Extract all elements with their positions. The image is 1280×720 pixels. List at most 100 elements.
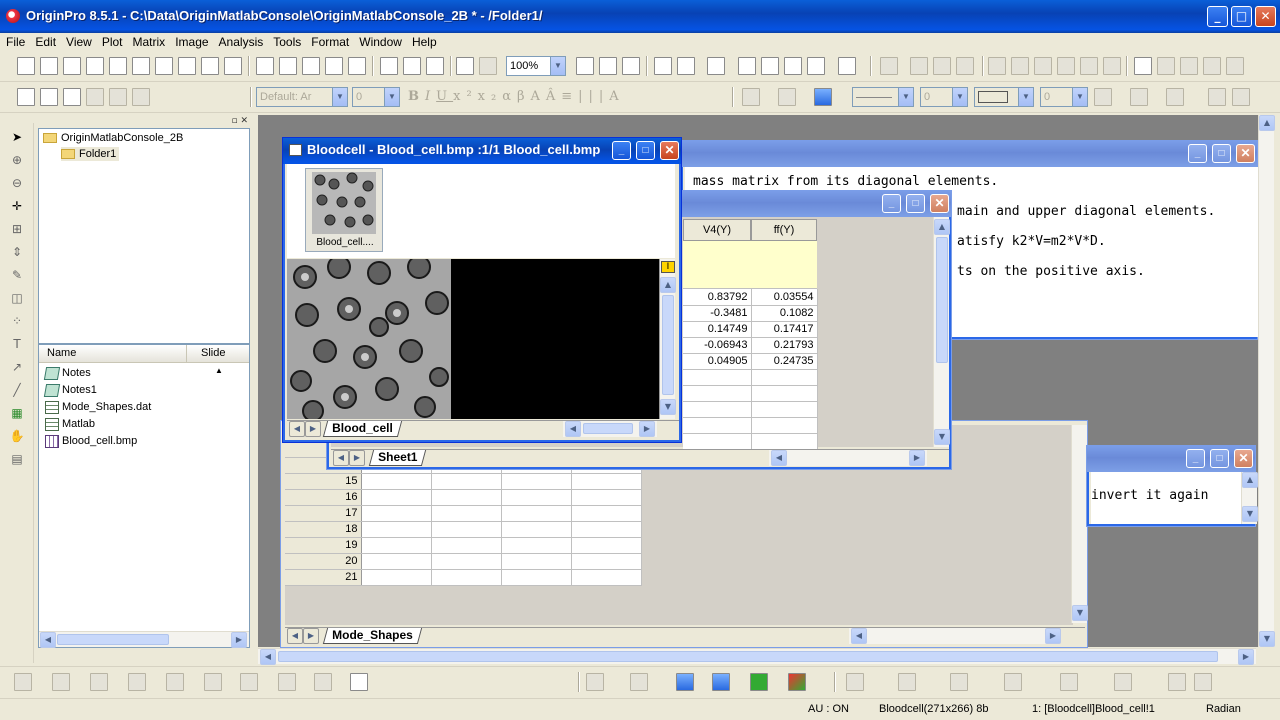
table-cell[interactable] xyxy=(683,417,752,434)
tree-root[interactable]: OriginMatlabConsole_2B xyxy=(43,131,183,145)
distribute-icon[interactable] xyxy=(1134,57,1152,75)
menu-tools[interactable]: Tools xyxy=(268,33,306,51)
table-cell[interactable]: -0.06943 xyxy=(683,337,752,354)
extract-icon[interactable] xyxy=(956,57,974,75)
table-cell[interactable] xyxy=(431,569,502,586)
list-item[interactable]: Blood_cell.bmp xyxy=(45,434,137,448)
scroll-down-icon[interactable]: ▼ xyxy=(660,399,676,415)
thumbnail-item[interactable]: Blood_cell.... xyxy=(305,168,383,252)
same-width-icon[interactable] xyxy=(1080,57,1098,75)
border-icon[interactable] xyxy=(1130,88,1148,106)
zoom-in-icon[interactable]: ⊕ xyxy=(9,152,25,168)
merge-icon[interactable] xyxy=(910,57,928,75)
scroll-down-icon[interactable]: ▼ xyxy=(1072,605,1088,621)
tab-blood-cell[interactable]: Blood_cell xyxy=(322,421,402,437)
results-log-icon[interactable] xyxy=(677,57,695,75)
minimize-icon[interactable]: _ xyxy=(612,141,631,160)
layer-icon[interactable] xyxy=(880,57,898,75)
row-number[interactable]: 16 xyxy=(285,489,362,506)
tab-mode-shapes[interactable]: Mode_Shapes xyxy=(322,628,422,644)
table-cell[interactable] xyxy=(501,473,572,490)
table-cell[interactable] xyxy=(501,537,572,554)
zoom-select[interactable]: 100% ▼ xyxy=(506,56,566,76)
grid-color-icon[interactable] xyxy=(750,673,768,691)
table-cell[interactable] xyxy=(361,537,432,554)
menu-file[interactable]: File xyxy=(0,33,30,51)
rescale-icon[interactable] xyxy=(63,88,81,106)
row-number[interactable]: 15 xyxy=(285,473,362,490)
new-workbook-icon[interactable] xyxy=(63,57,81,75)
print-icon[interactable] xyxy=(576,57,594,75)
table-cell[interactable] xyxy=(361,505,432,522)
pattern-width-select[interactable]: 0 ▼ xyxy=(1040,87,1088,107)
new-layout-icon[interactable] xyxy=(178,57,196,75)
table-cell[interactable] xyxy=(431,489,502,506)
line-style-select[interactable]: ▼ xyxy=(852,87,914,107)
color-palette-icon[interactable] xyxy=(814,88,832,106)
table-cell[interactable] xyxy=(683,369,752,386)
tab-prev-icon[interactable]: ◀ xyxy=(333,450,349,466)
scroll-down-icon[interactable]: ▼ xyxy=(934,429,950,445)
table-cell[interactable] xyxy=(751,401,818,418)
mode-shapes-vscrollbar[interactable]: ▼ xyxy=(1071,425,1088,623)
fill-pattern-select[interactable]: ▼ xyxy=(974,87,1034,107)
pe-pin-close[interactable]: ▫ ✕ xyxy=(214,116,248,128)
image-hscrollbar[interactable]: ◀ ▶ xyxy=(563,421,657,437)
row-number[interactable]: 20 xyxy=(285,553,362,570)
new-notes-icon[interactable] xyxy=(201,57,219,75)
minimize-button[interactable]: _ xyxy=(1207,6,1228,27)
scroll-left-icon[interactable]: ◀ xyxy=(40,632,56,648)
add-data-icon[interactable] xyxy=(40,88,58,106)
menu-view[interactable]: View xyxy=(61,33,97,51)
image-vscrollbar[interactable]: I ▲ ▼ xyxy=(659,259,676,419)
col-header[interactable]: ff(Y) xyxy=(751,219,817,241)
mask-points-icon[interactable]: ⁘ xyxy=(9,313,25,329)
table-cell[interactable] xyxy=(571,537,642,554)
stat-plot-icon[interactable] xyxy=(314,673,332,691)
table-cell[interactable] xyxy=(751,417,818,434)
workspace-vscrollbar[interactable]: ▲ ▼ xyxy=(1258,115,1275,647)
line-tool-icon[interactable]: ╱ xyxy=(9,382,25,398)
grid-icon[interactable] xyxy=(1226,57,1244,75)
table-cell[interactable] xyxy=(501,553,572,570)
table-cell[interactable] xyxy=(361,489,432,506)
rescale2-icon[interactable] xyxy=(86,88,104,106)
table-cell[interactable] xyxy=(683,401,752,418)
import-icon[interactable] xyxy=(380,57,398,75)
image-adjust-icon[interactable] xyxy=(586,673,604,691)
minimize-icon[interactable]: _ xyxy=(882,194,901,213)
code-builder-icon[interactable] xyxy=(654,57,672,75)
script-window-icon[interactable] xyxy=(738,57,756,75)
table-cell[interactable] xyxy=(431,521,502,538)
workspace-hscroll-thumb[interactable] xyxy=(278,651,1218,662)
font-size-select[interactable]: 0 ▼ xyxy=(352,87,400,107)
unmask-icon[interactable] xyxy=(1232,88,1250,106)
template-library-icon[interactable] xyxy=(17,88,35,106)
menu-edit[interactable]: Edit xyxy=(30,33,61,51)
close-icon[interactable]: ✕ xyxy=(1236,144,1255,163)
new-graph-icon[interactable] xyxy=(109,57,127,75)
scatter-plot-icon[interactable] xyxy=(52,673,70,691)
screen-reader-icon[interactable]: ✛ xyxy=(9,198,25,214)
scroll-down-icon[interactable]: ▼ xyxy=(1259,631,1275,647)
col-slide-header[interactable]: Slide ▲ xyxy=(187,345,249,375)
matlab-scroll-thumb[interactable] xyxy=(936,237,948,363)
3d-plot-icon[interactable] xyxy=(166,673,184,691)
rgb-icon[interactable] xyxy=(788,673,806,691)
new-function-icon[interactable] xyxy=(155,57,173,75)
table-cell[interactable] xyxy=(683,385,752,402)
print-preview-icon[interactable] xyxy=(599,57,617,75)
notes1-content[interactable]: invert it again xyxy=(1091,472,1241,524)
reset-icon[interactable] xyxy=(1194,673,1212,691)
color-map-icon[interactable] xyxy=(676,673,694,691)
fill-color-icon[interactable] xyxy=(742,88,760,106)
table-cell[interactable] xyxy=(751,385,818,402)
hatch-icon[interactable] xyxy=(1094,88,1112,106)
align-top-icon[interactable] xyxy=(1034,57,1052,75)
box-plot-icon[interactable] xyxy=(204,673,222,691)
table-cell[interactable]: -0.3481 xyxy=(683,305,752,322)
tab-next-icon[interactable]: ▶ xyxy=(303,628,319,644)
menu-format[interactable]: Format xyxy=(306,33,354,51)
table-cell[interactable] xyxy=(571,553,642,570)
matrix-window-icon[interactable] xyxy=(289,144,302,156)
